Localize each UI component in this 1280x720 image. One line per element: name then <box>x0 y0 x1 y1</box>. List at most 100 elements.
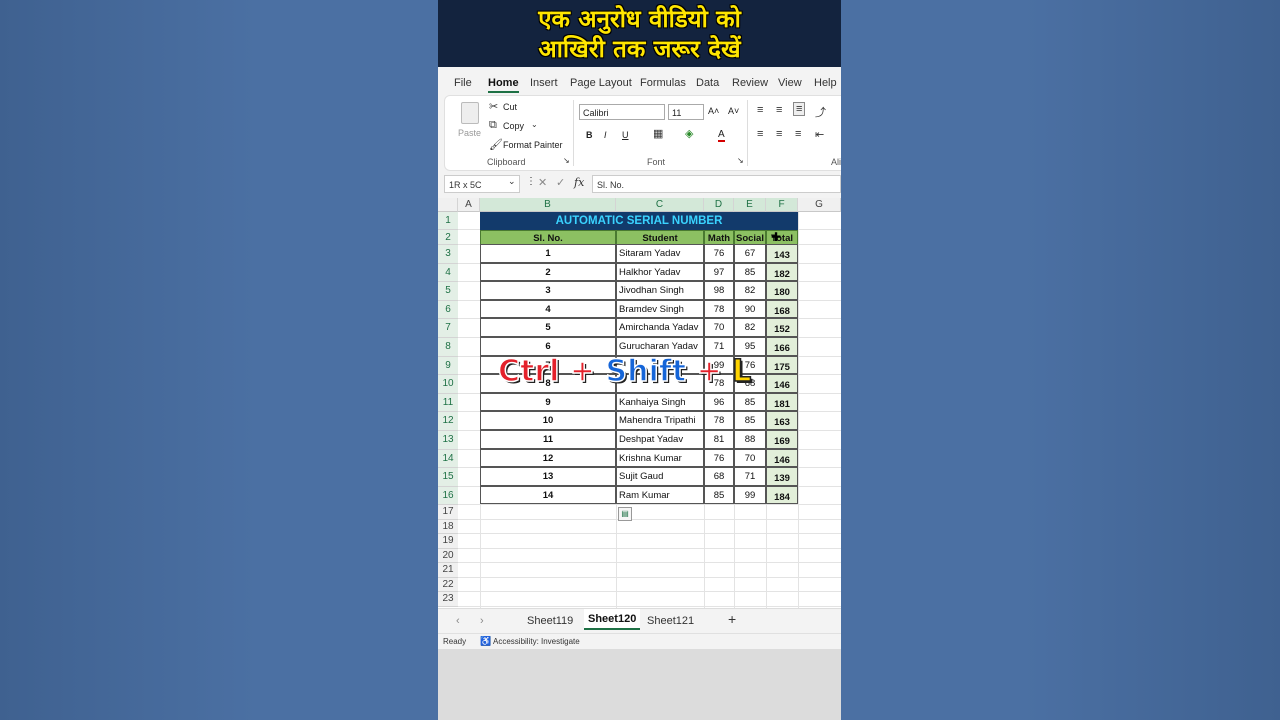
cell-student[interactable]: Deshpat Yadav <box>616 430 704 449</box>
cell-math[interactable]: 68 <box>704 467 734 486</box>
align-bottom-icon[interactable]: ≡ <box>793 102 806 116</box>
tab-review[interactable]: Review <box>732 77 768 89</box>
cell-math[interactable]: 78 <box>704 411 734 430</box>
cell-social[interactable]: 67 <box>734 244 766 263</box>
row-header[interactable]: 12 <box>438 412 458 431</box>
align-top-icon[interactable]: ≡ <box>757 104 763 116</box>
cell-math[interactable]: 76 <box>704 244 734 263</box>
cell-sl-no[interactable]: 1 <box>480 244 616 263</box>
cell-math[interactable]: 78 <box>704 299 734 319</box>
cell-student[interactable]: Amirchanda Yadav <box>616 318 704 337</box>
row-header[interactable]: 23 <box>438 592 458 607</box>
cell-social[interactable]: 70 <box>734 448 766 468</box>
cell-total[interactable]: 163 <box>766 411 798 430</box>
cell-sl-no[interactable]: 11 <box>480 430 616 449</box>
table-title[interactable]: AUTOMATIC SERIAL NUMBER <box>480 212 798 230</box>
cell-social[interactable]: 99 <box>734 485 766 505</box>
italic-button[interactable]: I <box>604 130 607 140</box>
font-color-button[interactable]: A <box>718 129 725 142</box>
cell-math[interactable]: 96 <box>704 392 734 412</box>
cancel-icon[interactable]: ✕ <box>538 176 547 189</box>
select-all-corner[interactable] <box>438 198 458 212</box>
row-header[interactable]: 17 <box>438 505 458 520</box>
cell-sl-no[interactable]: 13 <box>480 467 616 486</box>
row-header[interactable]: 14 <box>438 449 458 469</box>
cell-total[interactable]: 182 <box>766 262 798 282</box>
prev-sheet-icon[interactable]: ‹ <box>456 615 460 627</box>
cell-social[interactable]: 82 <box>734 318 766 337</box>
increase-font-button[interactable]: A˄ <box>708 106 719 116</box>
row-header[interactable]: 7 <box>438 319 458 338</box>
row-header[interactable]: 1 <box>438 212 458 230</box>
cell-student[interactable]: Mahendra Tripathi <box>616 411 704 430</box>
column-header-f[interactable]: F <box>766 198 798 212</box>
row-header[interactable]: 3 <box>438 245 458 264</box>
row-header[interactable]: 18 <box>438 519 458 535</box>
tab-file[interactable]: File <box>454 77 472 89</box>
cell-student[interactable]: Kanhaiya Singh <box>616 392 704 412</box>
cell-sl-no[interactable]: 14 <box>480 485 616 505</box>
tab-data[interactable]: Data <box>696 77 719 89</box>
row-header[interactable]: 5 <box>438 282 458 301</box>
cell-social[interactable]: 85 <box>734 262 766 282</box>
cell-sl-no[interactable]: 5 <box>480 318 616 337</box>
cell-social[interactable]: 85 <box>734 392 766 412</box>
row-header[interactable]: 22 <box>438 577 458 593</box>
cell-sl-no[interactable]: 3 <box>480 281 616 300</box>
font-size-dropdown[interactable]: 11 <box>668 104 704 120</box>
font-name-dropdown[interactable]: Calibri <box>579 104 665 120</box>
cell-total[interactable]: 181 <box>766 392 798 412</box>
paste-button[interactable]: Paste <box>455 102 483 146</box>
cell-sl-no[interactable]: 2 <box>480 262 616 282</box>
row-header[interactable]: 11 <box>438 393 458 413</box>
cell-social[interactable]: 82 <box>734 281 766 300</box>
decrease-font-button[interactable]: A˅ <box>728 106 739 116</box>
row-header[interactable]: 2 <box>438 230 458 245</box>
row-header[interactable]: 21 <box>438 563 458 578</box>
tab-help[interactable]: Help <box>814 77 837 89</box>
column-header-e[interactable]: E <box>734 198 766 212</box>
font-launcher-icon[interactable]: ↘ <box>737 156 744 165</box>
flash-fill-options-icon[interactable]: ▤ <box>618 507 632 521</box>
cell-total[interactable]: 146 <box>766 374 798 393</box>
sheet-tab-119[interactable]: Sheet119 <box>527 615 573 627</box>
column-header-a[interactable]: A <box>458 198 480 212</box>
header-sl-no[interactable]: Sl. No. <box>480 230 616 245</box>
cell-total[interactable]: 166 <box>766 337 798 356</box>
align-middle-icon[interactable]: ≡ <box>776 104 782 116</box>
enter-icon[interactable]: ✓ <box>556 176 565 189</box>
cell-student[interactable]: Jivodhan Singh <box>616 281 704 300</box>
accessibility-status[interactable]: Accessibility: Investigate <box>493 637 580 646</box>
cell-total[interactable]: 152 <box>766 318 798 337</box>
align-right-icon[interactable]: ≡ <box>795 128 801 140</box>
cell-total[interactable]: 139 <box>766 467 798 486</box>
cell-math[interactable]: 70 <box>704 318 734 337</box>
cell-total[interactable]: 180 <box>766 281 798 300</box>
worksheet-grid[interactable]: A B C D E F G 1 2 3 4 5 6 7 8 9 10 11 12 13 14 15 16 17 1… <box>438 198 841 608</box>
row-header[interactable]: 8 <box>438 338 458 357</box>
formula-input[interactable]: Sl. No. <box>592 175 841 193</box>
tab-insert[interactable]: Insert <box>530 77 558 89</box>
name-box-chevron-icon[interactable]: ⌄ <box>508 176 516 187</box>
cell-student[interactable]: Krishna Kumar <box>616 448 704 468</box>
column-header-c[interactable]: C <box>616 198 704 212</box>
cell-sl-no[interactable]: 4 <box>480 299 616 319</box>
cell-total[interactable]: 168 <box>766 299 798 319</box>
cell-math[interactable]: 97 <box>704 262 734 282</box>
cell-student[interactable]: Sitaram Yadav <box>616 244 704 263</box>
column-header-d[interactable]: D <box>704 198 734 212</box>
cell-sl-no[interactable]: 12 <box>480 448 616 468</box>
row-header[interactable]: 13 <box>438 431 458 450</box>
tab-view[interactable]: View <box>778 77 802 89</box>
format-painter-button[interactable]: Format Painter <box>503 140 563 150</box>
clipboard-launcher-icon[interactable]: ↘ <box>563 156 570 165</box>
row-header[interactable]: 16 <box>438 486 458 506</box>
header-student[interactable]: Student <box>616 230 704 245</box>
align-center-icon[interactable]: ≡ <box>776 128 782 140</box>
cell-social[interactable]: 95 <box>734 337 766 356</box>
cell-social[interactable]: 90 <box>734 299 766 319</box>
orientation-icon[interactable]: ⤴ <box>815 104 826 120</box>
cell-total[interactable]: 175 <box>766 355 798 375</box>
cell-student[interactable]: Ram Kumar <box>616 485 704 505</box>
sheet-tab-120[interactable]: Sheet120 <box>584 609 641 630</box>
